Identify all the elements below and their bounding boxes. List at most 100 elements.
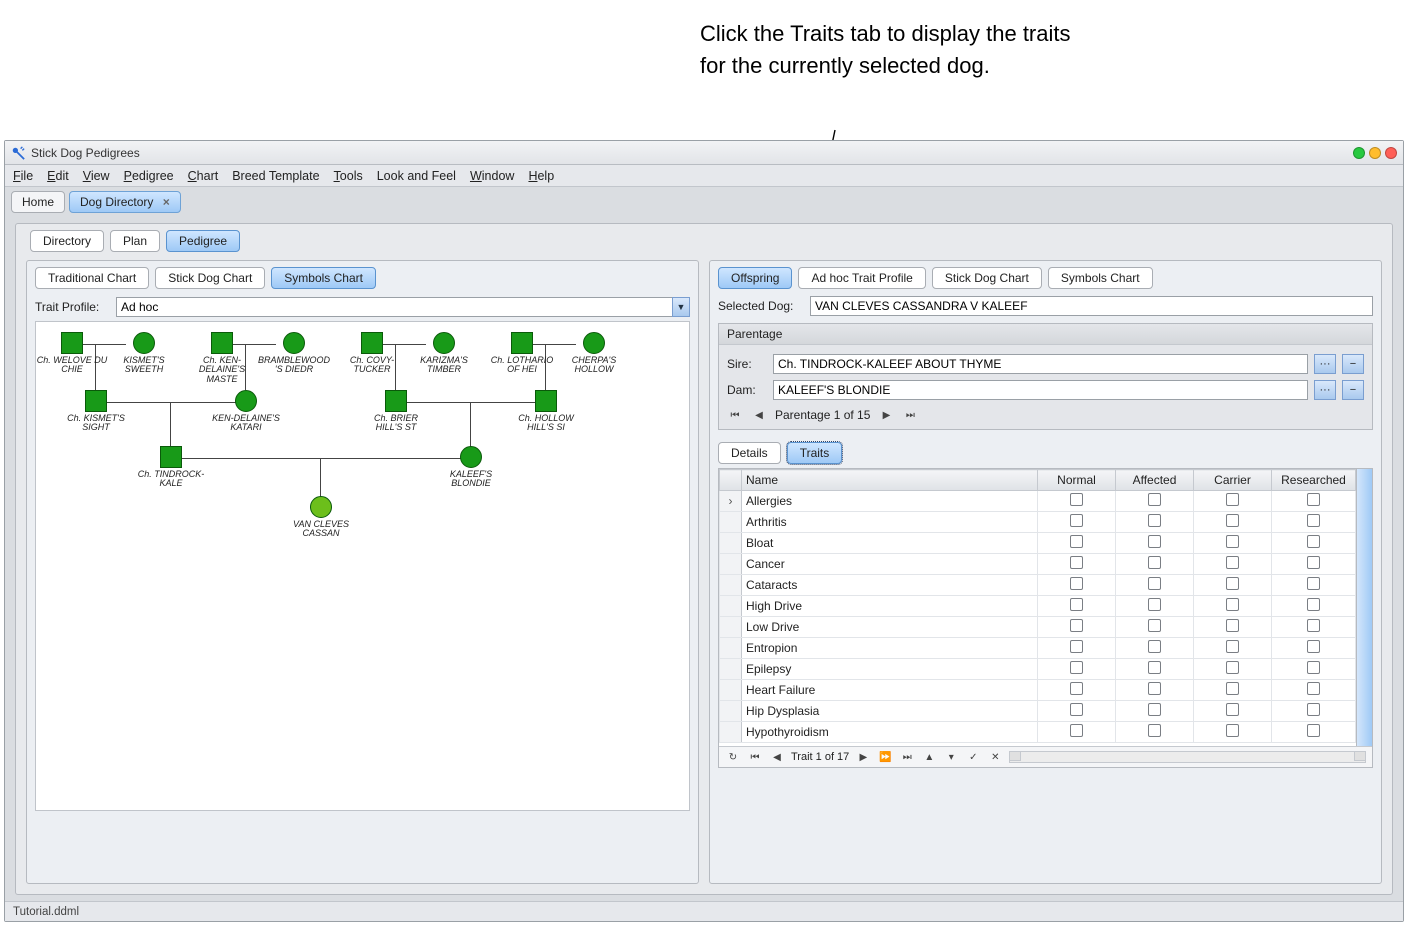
checkbox-icon[interactable] — [1148, 556, 1161, 569]
checkbox-icon[interactable] — [1307, 724, 1320, 737]
checkbox-icon[interactable] — [1148, 682, 1161, 695]
table-row[interactable]: Cancer — [720, 554, 1356, 575]
checkbox-icon[interactable] — [1307, 535, 1320, 548]
checkbox-icon[interactable] — [1148, 493, 1161, 506]
sire-input[interactable] — [773, 354, 1308, 374]
checkbox-icon[interactable] — [1307, 493, 1320, 506]
trait-nav-cancel-icon[interactable]: ✕ — [987, 749, 1003, 765]
trait-checkbox-cell[interactable] — [1038, 596, 1116, 617]
menu-breed-template[interactable]: Breed Template — [232, 169, 319, 183]
nav-prev-icon[interactable]: ◀ — [751, 407, 767, 423]
checkbox-icon[interactable] — [1226, 577, 1239, 590]
trait-checkbox-cell[interactable] — [1194, 617, 1272, 638]
menu-file[interactable]: File — [13, 169, 33, 183]
checkbox-icon[interactable] — [1070, 493, 1083, 506]
trait-profile-combo[interactable]: ▼ — [116, 297, 690, 317]
trait-checkbox-cell[interactable] — [1116, 701, 1194, 722]
checkbox-icon[interactable] — [1148, 598, 1161, 611]
checkbox-icon[interactable] — [1226, 724, 1239, 737]
window-minimize-icon[interactable] — [1353, 147, 1365, 159]
trait-checkbox-cell[interactable] — [1116, 575, 1194, 596]
checkbox-icon[interactable] — [1070, 598, 1083, 611]
trait-nav-prev-icon[interactable]: ◀ — [769, 749, 785, 765]
menu-view[interactable]: View — [83, 169, 110, 183]
sire-clear-button[interactable]: − — [1342, 354, 1364, 374]
trait-checkbox-cell[interactable] — [1116, 554, 1194, 575]
nav-next-icon[interactable]: ▶ — [878, 407, 894, 423]
trait-checkbox-cell[interactable] — [1038, 701, 1116, 722]
tab-details[interactable]: Details — [718, 442, 781, 464]
checkbox-icon[interactable] — [1070, 514, 1083, 527]
checkbox-icon[interactable] — [1148, 577, 1161, 590]
trait-checkbox-cell[interactable] — [1194, 491, 1272, 512]
checkbox-icon[interactable] — [1148, 703, 1161, 716]
trait-nav-up-icon[interactable]: ▲ — [921, 749, 937, 765]
trait-checkbox-cell[interactable] — [1116, 638, 1194, 659]
trait-checkbox-cell[interactable] — [1116, 512, 1194, 533]
symbols-pedigree-chart[interactable]: Ch. WELOVE DU CHIE KISMET'S SWEETH Ch. K… — [35, 321, 690, 811]
table-row[interactable]: Arthritis — [720, 512, 1356, 533]
tab-stick-dog-chart[interactable]: Stick Dog Chart — [155, 267, 265, 289]
trait-nav-first-icon[interactable]: ⏮ — [747, 749, 763, 765]
nav-last-icon[interactable]: ⏭ — [902, 407, 918, 423]
checkbox-icon[interactable] — [1148, 535, 1161, 548]
sire-lookup-button[interactable]: ··· — [1314, 354, 1336, 374]
traits-scrollbar[interactable] — [1356, 469, 1372, 746]
trait-checkbox-cell[interactable] — [1038, 575, 1116, 596]
tab-symbols-chart-right[interactable]: Symbols Chart — [1048, 267, 1153, 289]
trait-profile-input[interactable] — [116, 297, 672, 317]
trait-checkbox-cell[interactable] — [1272, 722, 1356, 743]
trait-checkbox-cell[interactable] — [1272, 512, 1356, 533]
window-close-icon[interactable] — [1385, 147, 1397, 159]
pedigree-node[interactable]: CHERPA'S HOLLOW — [558, 332, 630, 375]
pedigree-node[interactable]: KARIZMA'S TIMBER — [408, 332, 480, 375]
checkbox-icon[interactable] — [1148, 619, 1161, 632]
checkbox-icon[interactable] — [1070, 556, 1083, 569]
table-row[interactable]: Cataracts — [720, 575, 1356, 596]
trait-checkbox-cell[interactable] — [1194, 680, 1272, 701]
window-zoom-icon[interactable] — [1369, 147, 1381, 159]
trait-checkbox-cell[interactable] — [1194, 575, 1272, 596]
trait-checkbox-cell[interactable] — [1194, 701, 1272, 722]
table-row[interactable]: Bloat — [720, 533, 1356, 554]
pedigree-node[interactable]: BRAMBLEWOOD'S DIEDR — [258, 332, 330, 375]
checkbox-icon[interactable] — [1148, 640, 1161, 653]
menu-tools[interactable]: Tools — [334, 169, 363, 183]
pedigree-node[interactable]: Ch. KEN-DELAINE'S MASTE — [186, 332, 258, 384]
trait-checkbox-cell[interactable] — [1272, 575, 1356, 596]
selected-dog-input[interactable] — [810, 296, 1373, 316]
checkbox-icon[interactable] — [1070, 703, 1083, 716]
trait-checkbox-cell[interactable] — [1194, 638, 1272, 659]
pedigree-node[interactable]: Ch. HOLLOW HILL'S SI — [510, 390, 582, 433]
table-row[interactable]: Hip Dysplasia — [720, 701, 1356, 722]
tab-traits[interactable]: Traits — [787, 442, 843, 464]
checkbox-icon[interactable] — [1307, 514, 1320, 527]
trait-checkbox-cell[interactable] — [1038, 617, 1116, 638]
pedigree-node[interactable]: Ch. COVY-TUCKER — [336, 332, 408, 375]
tab-home[interactable]: Home — [11, 191, 65, 213]
trait-nav-accept-icon[interactable]: ✓ — [965, 749, 981, 765]
trait-checkbox-cell[interactable] — [1038, 659, 1116, 680]
tab-pedigree[interactable]: Pedigree — [166, 230, 240, 252]
checkbox-icon[interactable] — [1148, 661, 1161, 674]
checkbox-icon[interactable] — [1226, 640, 1239, 653]
tab-dog-directory[interactable]: Dog Directory × — [69, 191, 181, 213]
tab-symbols-chart[interactable]: Symbols Chart — [271, 267, 376, 289]
checkbox-icon[interactable] — [1070, 661, 1083, 674]
menu-edit[interactable]: Edit — [47, 169, 69, 183]
checkbox-icon[interactable] — [1070, 535, 1083, 548]
checkbox-icon[interactable] — [1307, 682, 1320, 695]
table-row[interactable]: High Drive — [720, 596, 1356, 617]
trait-checkbox-cell[interactable] — [1194, 722, 1272, 743]
hscroll-left-icon[interactable] — [1009, 751, 1021, 761]
trait-checkbox-cell[interactable] — [1116, 680, 1194, 701]
trait-checkbox-cell[interactable] — [1194, 533, 1272, 554]
col-normal[interactable]: Normal — [1038, 470, 1116, 491]
table-row[interactable]: Epilepsy — [720, 659, 1356, 680]
table-row[interactable]: Heart Failure — [720, 680, 1356, 701]
trait-checkbox-cell[interactable] — [1038, 638, 1116, 659]
col-rowhead[interactable] — [720, 470, 742, 491]
trait-checkbox-cell[interactable] — [1038, 512, 1116, 533]
pedigree-node[interactable]: KISMET'S SWEETH — [108, 332, 180, 375]
checkbox-icon[interactable] — [1307, 577, 1320, 590]
